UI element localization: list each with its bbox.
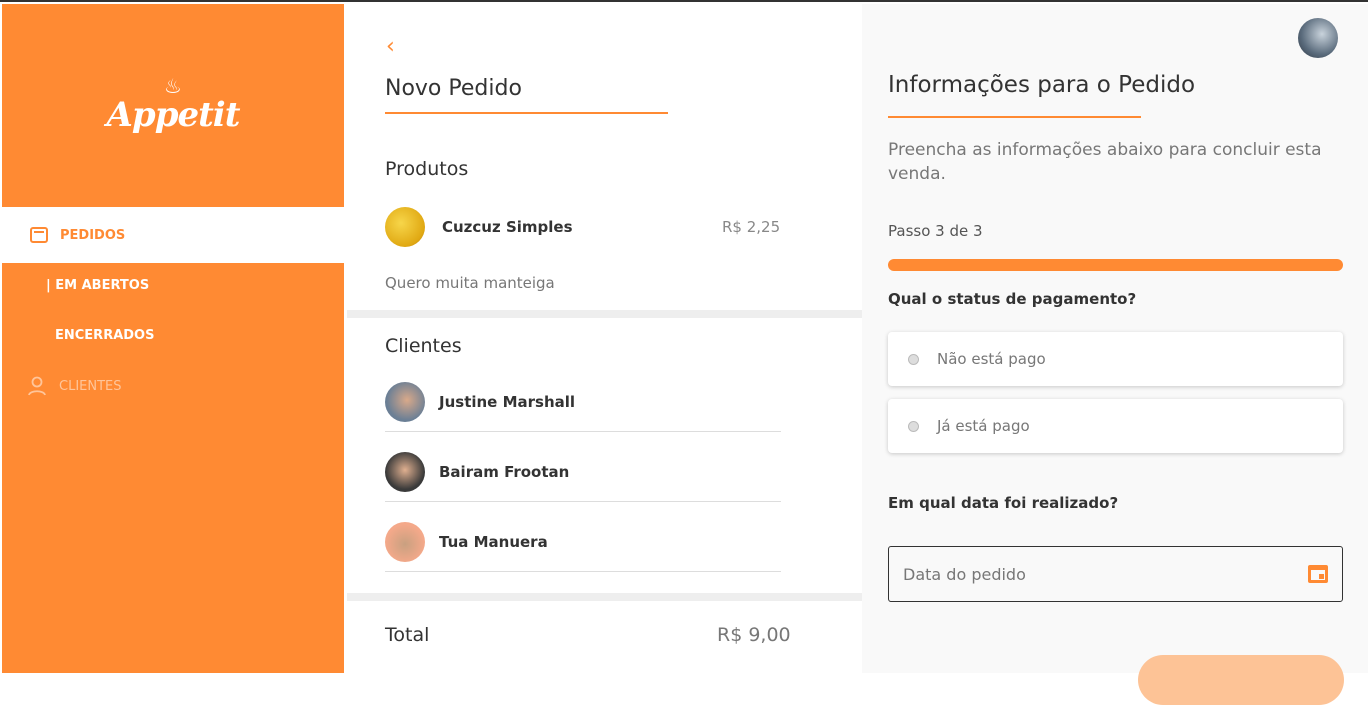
payment-question: Qual o status de pagamento? (888, 290, 1137, 308)
date-question: Em qual data foi realizado? (888, 494, 1119, 512)
title-underline (888, 116, 1141, 118)
product-note: Quero muita manteiga (385, 274, 555, 292)
sidebar-item-clientes[interactable]: CLIENTES (27, 376, 122, 396)
title-underline (385, 112, 668, 114)
info-title: Informações para o Pedido (888, 72, 1196, 98)
sidebar-item-label: ENCERRADOS (55, 328, 155, 343)
payment-option-not-paid[interactable]: Não está pago (888, 332, 1343, 386)
sidebar-item-pedidos[interactable]: PEDIDOS (2, 207, 344, 263)
radio-button[interactable] (908, 420, 919, 432)
page-title: Novo Pedido (385, 76, 522, 101)
appetit-logo: ♨ Appetit (106, 73, 241, 135)
client-name: Justine Marshall (439, 392, 576, 411)
list-icon (30, 227, 48, 243)
sidebar-item-label: CLIENTES (59, 378, 122, 394)
back-chevron-icon[interactable]: ‹ (386, 34, 395, 59)
clients-heading: Clientes (385, 335, 462, 357)
option-label: Não está pago (937, 350, 1046, 368)
payment-option-paid[interactable]: Já está pago (888, 399, 1343, 453)
sidebar-item-em-abertos[interactable]: | EM ABERTOS (46, 278, 149, 293)
user-avatar[interactable] (1298, 18, 1338, 58)
avatar (385, 521, 425, 562)
sidebar-item-encerrados[interactable]: ENCERRADOS (55, 328, 154, 343)
products-heading: Produtos (385, 158, 469, 180)
progress-bar (888, 259, 1343, 271)
next-button[interactable] (1138, 655, 1344, 705)
step-indicator: Passo 3 de 3 (888, 222, 983, 240)
option-label: Já está pago (937, 417, 1030, 435)
total-label: Total (385, 624, 430, 646)
product-image (385, 207, 425, 247)
client-item[interactable]: Justine Marshall (385, 372, 781, 432)
date-placeholder: Data do pedido (903, 564, 1026, 584)
sidebar: ♨ Appetit PEDIDOS | EM ABERTOS ENCERRADO… (2, 4, 344, 673)
divider (347, 593, 862, 601)
date-input[interactable]: Data do pedido (888, 546, 1343, 602)
product-name: Cuzcuz Simples (442, 218, 573, 236)
info-description: Preencha as informações abaixo para conc… (888, 140, 1322, 184)
client-name: Tua Manuera (439, 532, 548, 551)
radio-button[interactable] (908, 353, 919, 365)
total-value: R$ 9,00 (717, 624, 791, 646)
product-price: R$ 2,25 (722, 218, 781, 236)
pan-icon: ♨ (164, 73, 182, 98)
client-item[interactable]: Tua Manuera (385, 512, 781, 572)
order-panel: ‹ Novo Pedido Produtos Cuzcuz Simples R$… (344, 4, 862, 673)
user-icon (28, 376, 46, 396)
client-item[interactable]: Bairam Frootan (385, 442, 781, 502)
sidebar-item-label: EM ABERTOS (55, 278, 150, 293)
calendar-icon[interactable] (1308, 565, 1328, 583)
avatar (385, 381, 425, 422)
info-panel: Informações para o Pedido Preencha as in… (862, 4, 1368, 705)
avatar (385, 451, 425, 492)
sidebar-item-label: PEDIDOS (60, 227, 126, 243)
client-name: Bairam Frootan (439, 462, 570, 481)
divider (347, 310, 862, 318)
